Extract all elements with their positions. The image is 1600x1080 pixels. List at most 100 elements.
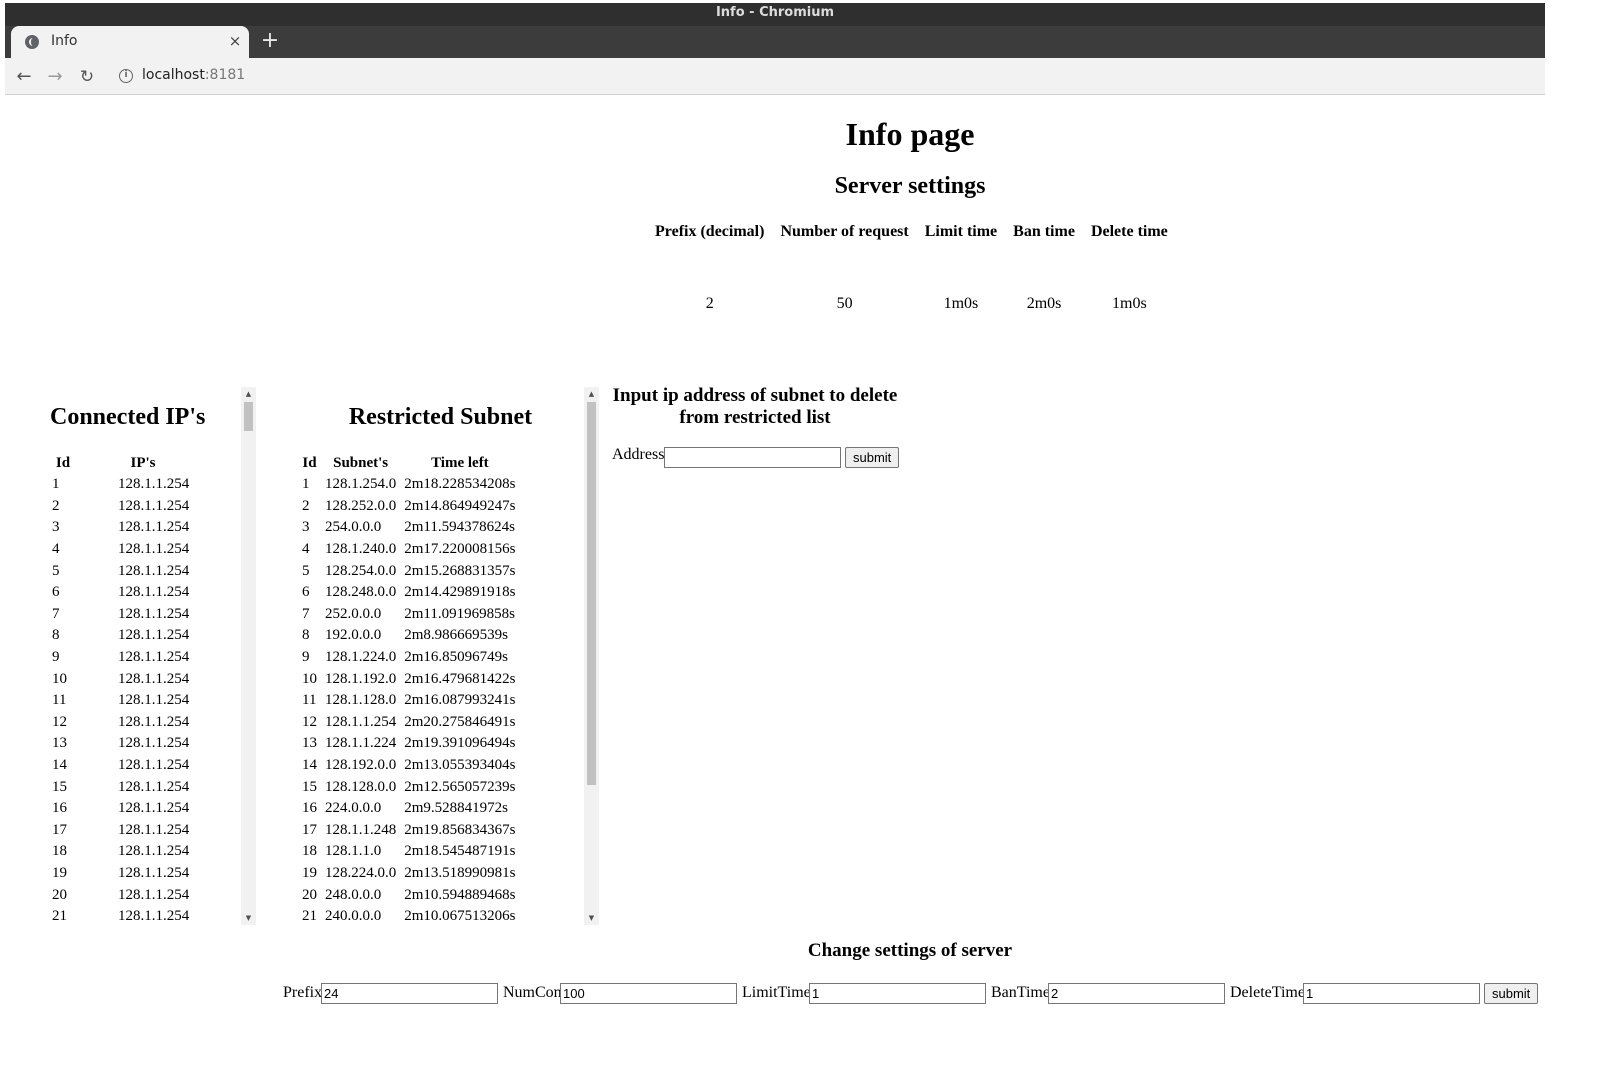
row-id-cell: 10: [52, 670, 67, 687]
table-row: 17 128.1.1.248 2m19.856834367s: [298, 820, 520, 842]
column-header-subnets: Subnet's: [333, 455, 389, 471]
time-left-cell: 2m17.220008156s: [404, 541, 516, 558]
scroll-up-arrow-icon[interactable]: ▲: [241, 387, 256, 401]
numcon-label: NumCon: [503, 984, 562, 1001]
row-id-cell: 15: [52, 778, 67, 795]
settings-value-row: 2 50 1m0s 2m0s 1m0s: [647, 247, 1176, 361]
delete-subnet-heading: Input ip address of subnet to delete fro…: [612, 385, 898, 428]
table-row: 1 128.1.1.254: [48, 474, 208, 496]
table-row: 11 128.1.128.0 2m16.087993241s: [298, 690, 520, 712]
table-row: 12 128.1.1.254: [48, 712, 208, 734]
time-left-cell: 2m14.864949247s: [404, 497, 516, 514]
subnet-cell: 254.0.0.0: [325, 519, 382, 536]
row-id-cell: 2: [52, 497, 60, 514]
delete-submit-button[interactable]: submit: [845, 447, 900, 468]
change-settings-title: Change settings of server: [807, 940, 1013, 961]
ip-cell: 128.1.1.254: [118, 562, 190, 579]
table-row: 6 128.248.0.0 2m14.429891918s: [298, 582, 520, 604]
change-settings-submit-button[interactable]: submit: [1484, 983, 1539, 1004]
subnet-cell: 128.1.192.0: [325, 670, 397, 687]
row-id-cell: 1: [302, 476, 310, 493]
row-id-cell: 2: [302, 497, 310, 514]
scrollbar-thumb[interactable]: [587, 402, 596, 785]
row-id-cell: 21: [302, 908, 317, 925]
table-row: 17 128.1.1.254: [48, 820, 208, 842]
table-row: 10 128.1.1.254: [48, 668, 208, 690]
scroll-up-arrow-icon[interactable]: ▲: [584, 387, 599, 401]
row-id-cell: 10: [302, 670, 317, 687]
table-row: 18 128.1.1.0 2m18.545487191s: [298, 841, 520, 863]
column-header-id: Id: [302, 455, 317, 471]
numcon-input[interactable]: [560, 983, 737, 1004]
browser-tab-info[interactable]: Info ×: [11, 26, 249, 58]
settings-header-limit-time: Limit time: [924, 223, 998, 240]
address-bar[interactable]: localhost:8181: [142, 67, 245, 83]
scroll-down-arrow-icon[interactable]: ▼: [241, 911, 256, 925]
table-row: 8 128.1.1.254: [48, 625, 208, 647]
new-tab-button[interactable]: +: [257, 29, 283, 55]
ip-cell: 128.1.1.254: [118, 670, 190, 687]
subnet-cell: 128.252.0.0: [325, 497, 397, 514]
connected-ips-panel[interactable]: Connected IP's Id IP's 1 128.1.1.254 2 128.…: [48, 387, 256, 925]
table-row: 10 128.1.192.0 2m16.479681422s: [298, 668, 520, 690]
table-row: 5 128.1.1.254: [48, 560, 208, 582]
table-row: 9 128.1.1.254: [48, 647, 208, 669]
subnet-cell: 128.1.128.0: [325, 692, 397, 709]
row-id-cell: 14: [302, 757, 317, 774]
row-id-cell: 21: [52, 908, 67, 925]
row-id-cell: 14: [52, 757, 67, 774]
ip-cell: 128.1.1.254: [118, 908, 190, 925]
reload-button[interactable]: ↻: [74, 64, 100, 90]
connected-ips-title: Connected IP's: [50, 404, 206, 430]
deletetime-label: DeleteTime: [1230, 984, 1305, 1001]
bantime-input[interactable]: [1048, 983, 1225, 1004]
time-left-cell: 2m8.986669539s: [404, 627, 509, 644]
table-row: 14 128.1.1.254: [48, 755, 208, 777]
time-left-cell: 2m20.275846491s: [404, 713, 516, 730]
table-row: 5 128.254.0.0 2m15.268831357s: [298, 560, 520, 582]
table-row: 15 128.1.1.254: [48, 776, 208, 798]
forward-button[interactable]: →: [42, 64, 68, 90]
subnet-cell: 128.248.0.0: [325, 584, 397, 601]
row-id-cell: 5: [302, 562, 310, 579]
restricted-subnet-scrollbar[interactable]: ▲ ▼: [584, 387, 599, 925]
settings-header-delete-time: Delete time: [1090, 223, 1168, 240]
deletetime-input[interactable]: [1303, 983, 1480, 1004]
time-left-cell: 2m9.528841972s: [404, 800, 509, 817]
address-input[interactable]: [664, 447, 841, 468]
subnet-cell: 248.0.0.0: [325, 886, 382, 903]
time-left-cell: 2m19.391096494s: [404, 735, 516, 752]
back-button[interactable]: ←: [11, 64, 37, 90]
scroll-down-arrow-icon[interactable]: ▼: [584, 911, 599, 925]
table-row: 15 128.128.0.0 2m12.565057239s: [298, 776, 520, 798]
connected-ips-scrollbar[interactable]: ▲ ▼: [241, 387, 256, 925]
site-info-icon[interactable]: i: [119, 69, 133, 83]
table-row: 9 128.1.224.0 2m16.85096749s: [298, 647, 520, 669]
table-row: 3 128.1.1.254: [48, 517, 208, 539]
table-row: 6 128.1.1.254: [48, 582, 208, 604]
row-id-cell: 13: [52, 735, 67, 752]
row-id-cell: 6: [52, 584, 60, 601]
prefix-input[interactable]: [321, 983, 498, 1004]
subnet-cell: 224.0.0.0: [325, 800, 382, 817]
ip-cell: 128.1.1.254: [118, 649, 190, 666]
table-row: 4 128.1.240.0 2m17.220008156s: [298, 539, 520, 561]
close-icon[interactable]: ×: [225, 31, 245, 51]
window-title: Info - Chromium: [5, 3, 1545, 26]
row-id-cell: 19: [52, 864, 67, 881]
subnet-cell: 252.0.0.0: [325, 605, 382, 622]
column-header-id: Id: [55, 455, 71, 471]
column-header-ips: IP's: [130, 455, 156, 471]
row-id-cell: 8: [52, 627, 60, 644]
table-row: 19 128.224.0.0 2m13.518990981s: [298, 863, 520, 885]
limittime-input[interactable]: [809, 983, 986, 1004]
time-left-cell: 2m18.228534208s: [404, 476, 516, 493]
table-row: 21 240.0.0.0 2m10.067513206s: [298, 906, 520, 925]
table-row: 19 128.1.1.254: [48, 863, 208, 885]
scrollbar-thumb[interactable]: [244, 402, 253, 431]
restricted-subnet-panel[interactable]: Restricted Subnet Id Subnet's Time left …: [298, 387, 599, 925]
ip-cell: 128.1.1.254: [118, 886, 190, 903]
table-row: 3 254.0.0.0 2m11.594378624s: [298, 517, 520, 539]
subnet-cell: 128.192.0.0: [325, 757, 397, 774]
row-id-cell: 17: [302, 821, 317, 838]
